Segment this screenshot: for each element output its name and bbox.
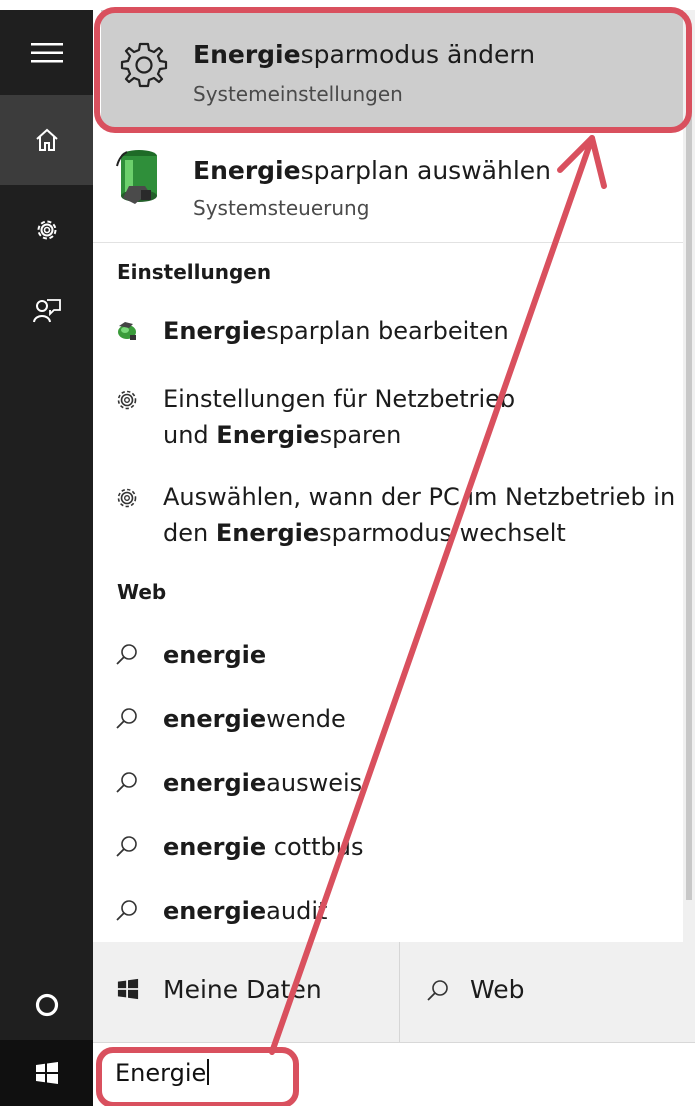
scope-bar: Meine Daten Web bbox=[93, 942, 695, 1042]
web-suggestion-label: energieausweis bbox=[163, 769, 363, 797]
divider bbox=[93, 242, 695, 243]
search-icon bbox=[427, 980, 448, 1001]
search-icon bbox=[116, 772, 137, 793]
second-result[interactable]: Energiesparplan auswählen Systemsteuerun… bbox=[101, 132, 683, 240]
scrollbar-thumb[interactable] bbox=[686, 40, 692, 900]
web-suggestion[interactable]: energieaudit bbox=[93, 884, 683, 936]
windows-start-icon bbox=[35, 1062, 58, 1084]
home-button[interactable] bbox=[0, 95, 93, 185]
web-suggestion-label: energie cottbus bbox=[163, 833, 364, 861]
web-scope-button[interactable]: Web bbox=[399, 942, 695, 1042]
web-suggestion-label: energiewende bbox=[163, 705, 346, 733]
top-strip bbox=[0, 0, 695, 10]
search-icon bbox=[116, 644, 137, 665]
cortana-button[interactable] bbox=[0, 970, 93, 1040]
settings-item-sleep-mode-line2: den Energiesparmodus wechselt bbox=[163, 519, 566, 547]
my-stuff-label: Meine Daten bbox=[163, 975, 322, 1004]
best-match-result[interactable]: Energiesparmodus ändern Systemeinstellun… bbox=[101, 10, 683, 128]
best-match-subtitle: Systemeinstellungen bbox=[193, 82, 403, 106]
settings-button[interactable] bbox=[0, 190, 93, 270]
second-result-subtitle: Systemsteuerung bbox=[193, 196, 370, 220]
results-scrollbar[interactable] bbox=[683, 10, 695, 958]
settings-section-header: Einstellungen bbox=[117, 260, 272, 284]
web-suggestion-label: energie bbox=[163, 641, 267, 669]
settings-item-power-sleep[interactable]: Einstellungen für Netzbetrieb und Energi… bbox=[93, 378, 683, 464]
power-plan-icon bbox=[118, 322, 136, 340]
hamburger-menu-button[interactable] bbox=[0, 10, 93, 95]
web-scope-label: Web bbox=[470, 975, 525, 1004]
settings-item-power-sleep-line1: Einstellungen für Netzbetrieb bbox=[163, 385, 516, 413]
windows-logo-icon bbox=[117, 978, 139, 1000]
settings-item-sleep-mode-line1: Auswählen, wann der PC im Netzbetrieb in bbox=[163, 483, 676, 511]
feedback-button[interactable] bbox=[0, 270, 93, 350]
web-suggestion[interactable]: energie cottbus bbox=[93, 820, 683, 872]
web-suggestion[interactable]: energiewende bbox=[93, 692, 683, 744]
settings-item-sleep-mode[interactable]: Auswählen, wann der PC im Netzbetrieb in… bbox=[93, 476, 683, 562]
my-stuff-button[interactable]: Meine Daten bbox=[93, 942, 399, 1042]
web-suggestion[interactable]: energieausweis bbox=[93, 756, 683, 808]
hamburger-menu-icon bbox=[30, 42, 63, 62]
gear-icon bbox=[117, 488, 137, 508]
search-input-value: Energie bbox=[115, 1057, 210, 1089]
web-section-header: Web bbox=[117, 580, 167, 604]
settings-item-power-sleep-line2: und Energiesparen bbox=[163, 421, 402, 449]
web-suggestion[interactable]: energie bbox=[93, 628, 683, 680]
home-icon bbox=[35, 128, 58, 151]
text-caret bbox=[207, 1059, 210, 1085]
search-input[interactable]: Energie bbox=[93, 1042, 695, 1106]
search-results-panel: Energiesparmodus ändern Systemeinstellun… bbox=[93, 10, 695, 1106]
settings-item-power-plan-label: Energiesparplan bearbeiten bbox=[163, 317, 509, 345]
start-button[interactable] bbox=[0, 1040, 93, 1106]
gear-icon bbox=[120, 42, 168, 88]
battery-plug-icon bbox=[116, 150, 157, 204]
search-icon bbox=[116, 836, 137, 857]
gear-icon bbox=[117, 390, 137, 410]
settings-item-power-plan[interactable]: Energiesparplan bearbeiten bbox=[93, 308, 683, 356]
best-match-title: Energiesparmodus ändern bbox=[193, 40, 536, 69]
second-result-title: Energiesparplan auswählen bbox=[193, 156, 551, 185]
start-sidebar bbox=[0, 10, 93, 1106]
search-icon bbox=[116, 708, 137, 729]
web-suggestion-label: energieaudit bbox=[163, 897, 328, 925]
feedback-icon bbox=[32, 299, 61, 323]
gear-icon bbox=[37, 220, 56, 240]
search-icon bbox=[116, 900, 137, 921]
cortana-circle-icon bbox=[35, 993, 58, 1017]
